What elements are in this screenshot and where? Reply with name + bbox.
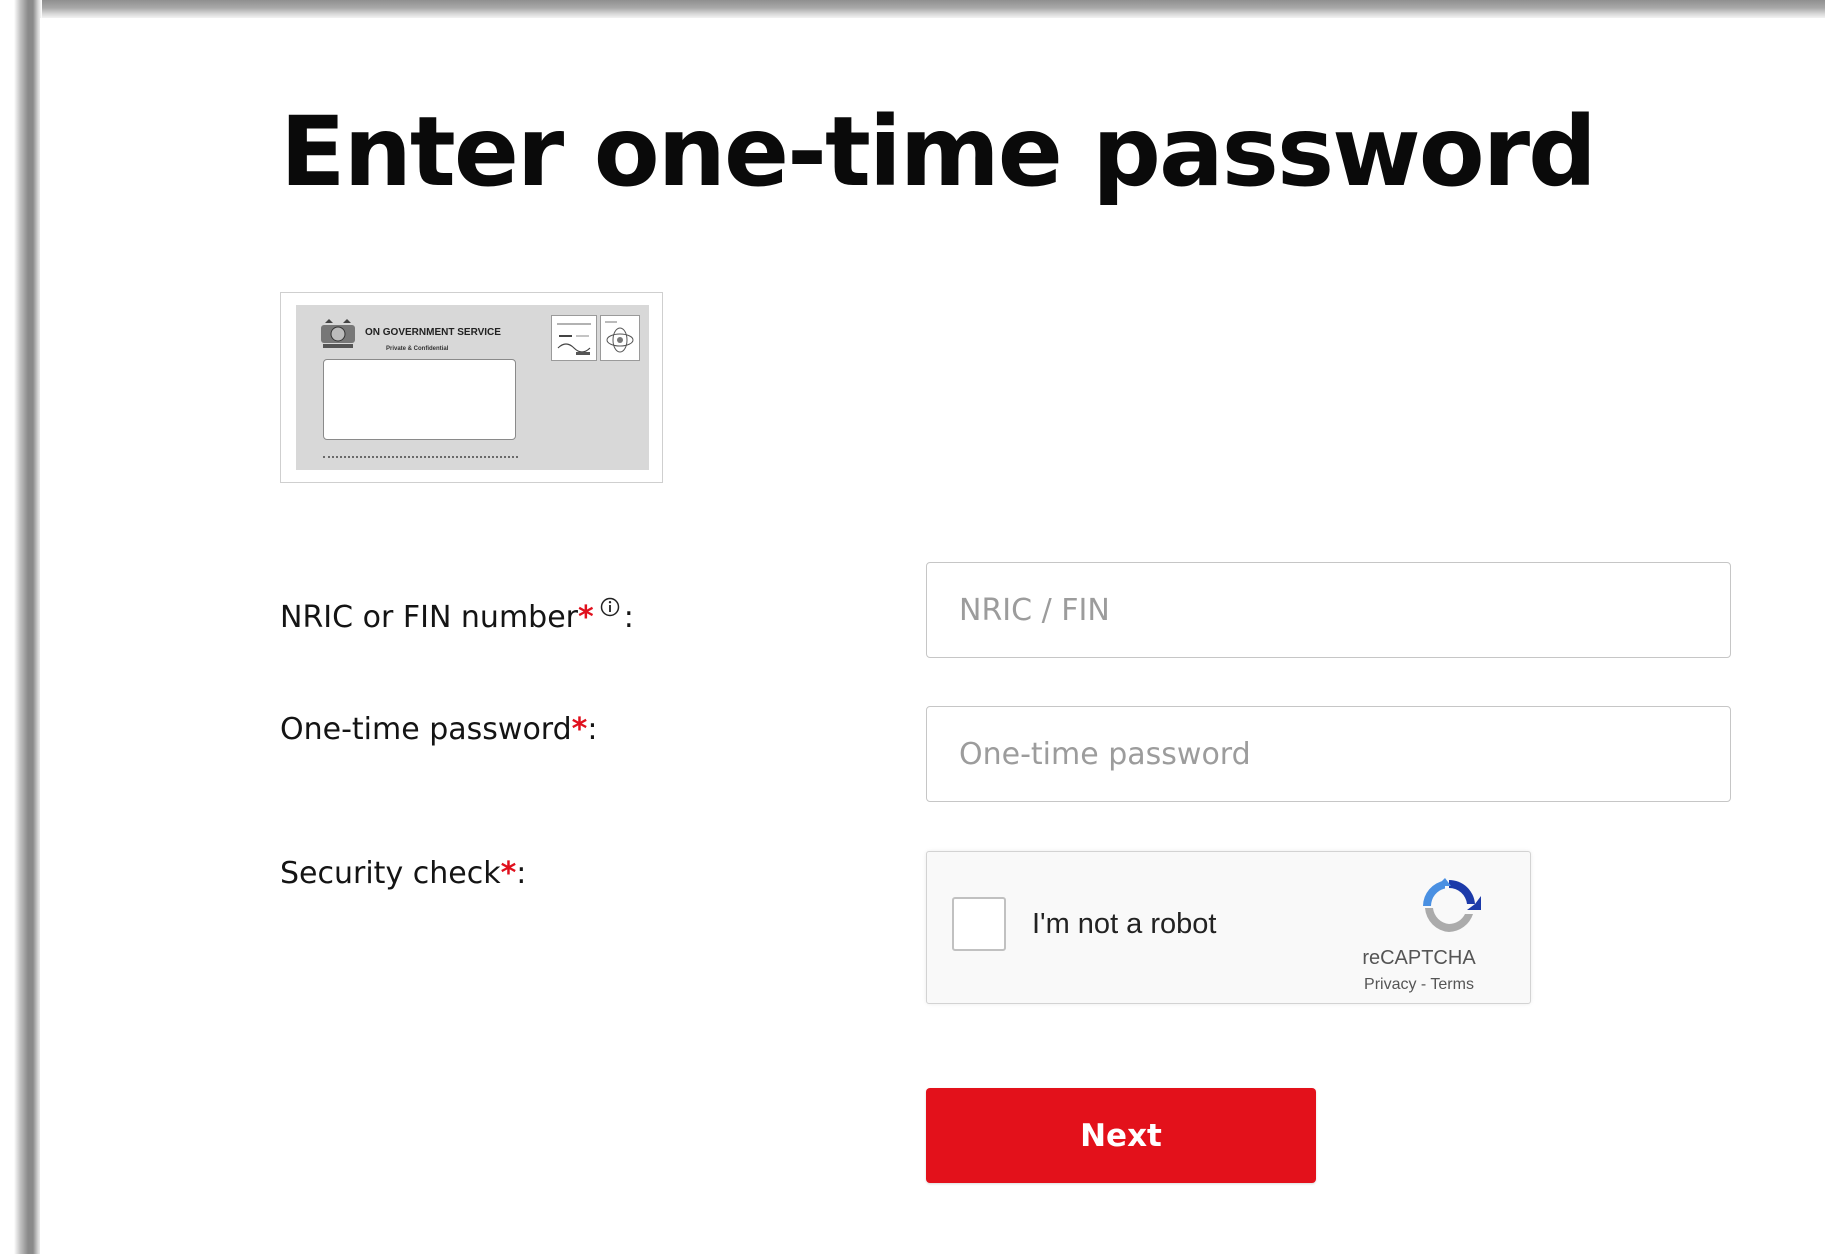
window-frame-left <box>0 0 42 1254</box>
page-title: Enter one-time password <box>280 96 1597 208</box>
nric-label: NRIC or FIN number*: <box>280 590 634 635</box>
recaptcha-widget: I'm not a robot reCAPTCHA Privacy - Term… <box>926 851 1531 1004</box>
envelope-footer-line <box>323 456 518 461</box>
security-label-suffix: : <box>516 856 527 891</box>
security-required-mark: * <box>500 856 517 891</box>
window-frame-top <box>0 0 1825 20</box>
nric-label-suffix: : <box>623 600 634 635</box>
next-button[interactable]: Next <box>926 1088 1316 1183</box>
recaptcha-links: Privacy - Terms <box>1327 976 1511 994</box>
recaptcha-brand: reCAPTCHA <box>1362 947 1476 969</box>
nric-required-mark: * <box>578 600 594 635</box>
nric-label-text: NRIC or FIN number <box>280 600 579 635</box>
orchid-stamp-icon <box>605 321 634 353</box>
envelope-sub-text: Private & Confidential <box>386 346 449 352</box>
recaptcha-checkbox[interactable] <box>952 897 1006 951</box>
envelope-body: ON GOVERNMENT SERVICE Private & Confiden… <box>296 305 649 470</box>
envelope-address-window <box>323 359 516 440</box>
security-check-label: Security check*: <box>280 856 526 891</box>
recaptcha-logo-icon <box>1423 878 1481 932</box>
recaptcha-privacy-link[interactable]: Privacy <box>1364 976 1416 993</box>
info-circle-icon[interactable] <box>600 590 620 625</box>
otp-label: One-time password*: <box>280 712 597 747</box>
envelope-stamp <box>600 315 640 361</box>
envelope-postage-mark <box>551 315 597 361</box>
recaptcha-links-separator: - <box>1420 976 1427 993</box>
security-label-text: Security check <box>280 856 501 891</box>
singapore-crest-icon <box>321 319 355 348</box>
nric-fin-input[interactable] <box>926 562 1731 658</box>
otp-required-mark: * <box>571 712 588 747</box>
postage-mark-icon <box>557 323 591 355</box>
recaptcha-terms-link[interactable]: Terms <box>1430 976 1474 993</box>
otp-label-suffix: : <box>587 712 598 747</box>
envelope-image: ON GOVERNMENT SERVICE Private & Confiden… <box>280 292 663 483</box>
one-time-password-input[interactable] <box>926 706 1731 802</box>
envelope-header-text: ON GOVERNMENT SERVICE <box>365 327 501 338</box>
recaptcha-checkbox-label: I'm not a robot <box>1032 908 1217 940</box>
otp-label-text: One-time password <box>280 712 572 747</box>
